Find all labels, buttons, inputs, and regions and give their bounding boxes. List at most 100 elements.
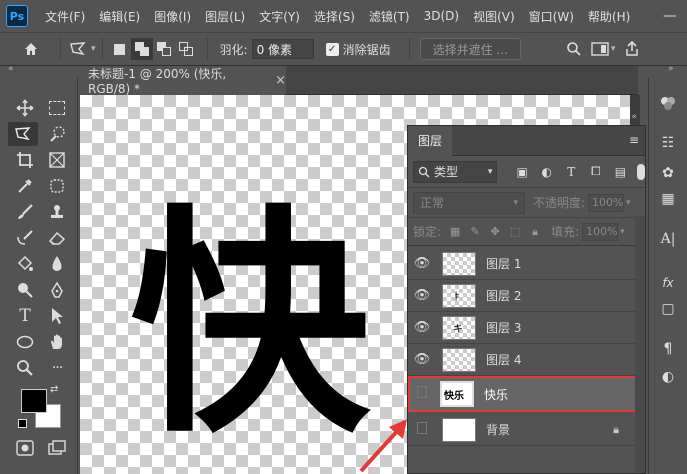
home-icon[interactable] — [20, 38, 42, 60]
frame-tool-icon[interactable] — [42, 148, 72, 172]
properties-panel-icon[interactable]: ☷ — [654, 132, 682, 154]
history-brush-icon[interactable] — [10, 226, 40, 250]
layers-panel: « 图层 ≡ 类型 ▾ ▣ ◐ T ⧠ ▤ 正常 ▾ 不透明度: 100% ▾ … — [407, 112, 646, 474]
visibility-eye-icon[interactable]: 👁︎ — [408, 352, 436, 367]
menu-layer[interactable]: 图层(L) — [198, 8, 252, 25]
add-to-selection-icon[interactable] — [130, 38, 153, 60]
screen-mode-icon[interactable] — [42, 436, 72, 460]
menu-view[interactable]: 视图(V) — [466, 8, 522, 25]
foreground-color-swatch[interactable] — [21, 389, 47, 413]
menu-filter[interactable]: 滤镜(T) — [362, 8, 417, 25]
paragraph-panel-icon[interactable]: ¶ — [654, 338, 682, 360]
visibility-eye-icon[interactable]: 👁︎ — [408, 288, 436, 303]
share-icon[interactable] — [621, 38, 643, 60]
filter-type-icon[interactable]: T — [561, 165, 583, 179]
lock-artboard-icon[interactable]: ⬚ — [505, 225, 525, 238]
search-icon[interactable] — [563, 38, 585, 60]
color-panel-icon[interactable] — [654, 92, 682, 114]
blur-tool-icon[interactable] — [42, 252, 72, 276]
opacity-input[interactable]: 100% — [588, 193, 625, 212]
ellipse-tool-icon[interactable] — [10, 330, 40, 354]
layer-comps-icon[interactable]: ▢ — [654, 298, 682, 320]
menu-select[interactable]: 选择(S) — [307, 8, 362, 25]
fill-input[interactable]: 100% — [582, 222, 619, 241]
menu-3d[interactable]: 3D(D) — [417, 9, 466, 23]
dodge-tool-icon[interactable] — [10, 278, 40, 302]
menu-image[interactable]: 图像(I) — [147, 8, 198, 25]
menu-type[interactable]: 文字(Y) — [252, 8, 307, 25]
layer-row[interactable]: 背景 🔒︎ — [408, 414, 645, 446]
lasso-tool-icon[interactable] — [8, 122, 38, 146]
menu-help[interactable]: 帮助(H) — [581, 8, 637, 25]
lock-image-icon[interactable]: ✎ — [465, 225, 485, 238]
panel-menu-icon[interactable]: ≡ — [629, 133, 639, 147]
stamp-tool-icon[interactable] — [42, 200, 72, 224]
eyedropper-tool-icon[interactable] — [10, 174, 40, 198]
chevron-down-icon[interactable]: ▾ — [620, 227, 625, 237]
layer-row[interactable]: 👁︎ 图层 4 — [408, 344, 645, 376]
quick-mask-icon[interactable] — [10, 436, 40, 460]
type-tool-icon[interactable]: T — [10, 304, 40, 328]
polygonal-lasso-icon[interactable] — [67, 38, 89, 60]
crop-tool-icon[interactable] — [10, 148, 40, 172]
layer-row[interactable]: 👁︎ キ 图层 3 — [408, 312, 645, 344]
menu-edit[interactable]: 编辑(E) — [92, 8, 147, 25]
character-panel-icon[interactable]: A| — [654, 228, 682, 250]
layers-tab[interactable]: 图层 — [408, 125, 453, 156]
collapse-toolbar-icon[interactable]: « — [8, 64, 14, 74]
filter-shape-icon[interactable]: ⧠ — [585, 164, 607, 179]
filter-pixel-icon[interactable]: ▣ — [511, 165, 533, 179]
subtract-selection-icon[interactable] — [153, 38, 175, 60]
workspace-icon[interactable] — [589, 38, 611, 60]
visibility-eye-icon[interactable]: 👁︎ — [408, 256, 436, 271]
filter-adjustment-icon[interactable]: ◐ — [536, 165, 558, 179]
zoom-tool-icon[interactable] — [10, 356, 40, 380]
marquee-tool-icon[interactable] — [42, 96, 72, 120]
blend-mode-select[interactable]: 正常 ▾ — [413, 191, 525, 214]
document-tab[interactable]: 未标题-1 @ 200% (快乐, RGB/8) * × — [78, 66, 286, 96]
select-and-mask-button[interactable]: 选择并遮住 ... — [419, 38, 521, 60]
swatches-panel-icon[interactable]: ✿ — [654, 162, 682, 184]
lock-position-icon[interactable]: ✥ — [485, 225, 505, 238]
collapse-panel-icon[interactable]: « — [631, 112, 637, 122]
layers-scrollbar[interactable] — [635, 216, 645, 473]
tool-preset-chevron-icon[interactable]: ▾ — [91, 44, 96, 54]
visibility-toggle-empty[interactable] — [410, 386, 434, 402]
minimize-button[interactable]: — — [653, 8, 687, 24]
adjustments-panel-icon[interactable]: ◐ — [654, 366, 682, 388]
pen-tool-icon[interactable] — [42, 278, 72, 302]
hand-tool-icon[interactable] — [42, 330, 72, 354]
layer-row[interactable]: 👁︎ 图层 1 — [408, 248, 645, 280]
swap-colors-icon[interactable]: ⇄ — [50, 384, 58, 395]
patch-tool-icon[interactable] — [42, 174, 72, 198]
grid-panel-icon[interactable]: ▦ — [654, 188, 682, 210]
antialias-checkbox[interactable]: ✓ — [325, 42, 339, 56]
edit-toolbar-icon[interactable]: ··· — [42, 356, 72, 380]
visibility-eye-icon[interactable]: 👁︎ — [408, 320, 436, 335]
collapse-dock-icon[interactable]: » — [668, 64, 674, 74]
lock-transparent-icon[interactable]: ▦ — [445, 225, 465, 238]
brush-tool-icon[interactable] — [10, 200, 40, 224]
layer-row[interactable]: 👁︎ ㅑ 图层 2 — [408, 280, 645, 312]
intersect-selection-icon[interactable] — [175, 38, 197, 60]
close-tab-icon[interactable]: × — [275, 73, 286, 88]
path-selection-icon[interactable] — [42, 304, 72, 328]
workspace-chevron-icon[interactable]: ▾ — [611, 44, 616, 54]
new-selection-icon[interactable] — [109, 38, 131, 60]
menu-window[interactable]: 窗口(W) — [522, 8, 581, 25]
feather-input[interactable] — [251, 39, 314, 59]
fx-styles-icon[interactable]: fx — [654, 272, 682, 294]
chevron-down-icon[interactable]: ▾ — [626, 198, 631, 208]
layer-row-selected[interactable]: 快乐 快乐 — [408, 376, 645, 412]
filter-smart-object-icon[interactable]: ▤ — [610, 165, 632, 179]
filter-toggle-icon[interactable] — [637, 163, 645, 180]
menu-file[interactable]: 文件(F) — [38, 8, 92, 25]
thumbnail-glyph: キ — [453, 323, 463, 335]
quick-selection-tool-icon[interactable] — [42, 122, 72, 146]
filter-kind-select[interactable]: 类型 ▾ — [413, 160, 498, 183]
default-colors-icon[interactable] — [18, 419, 27, 428]
paint-bucket-icon[interactable] — [10, 252, 40, 276]
lock-all-icon[interactable]: 🔒︎ — [525, 225, 545, 239]
eraser-tool-icon[interactable] — [42, 226, 72, 250]
move-tool-icon[interactable] — [10, 96, 40, 120]
